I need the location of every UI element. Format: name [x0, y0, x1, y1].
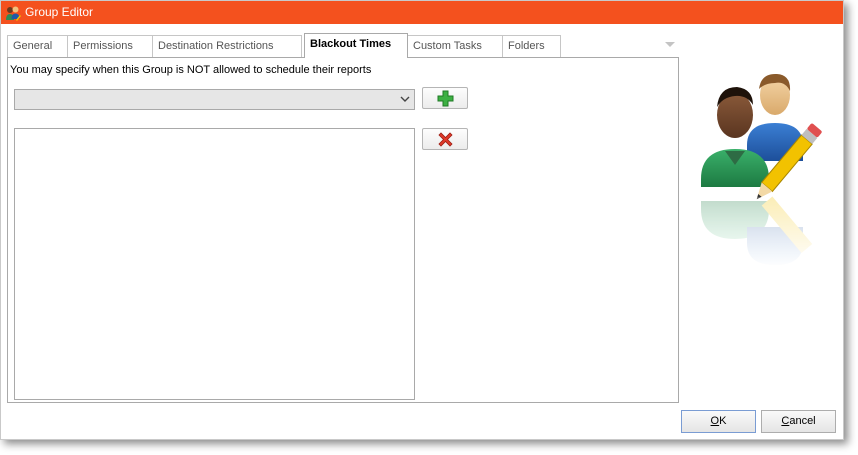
chevron-down-icon [400, 96, 410, 102]
tab-general[interactable]: General [7, 35, 68, 57]
tab-overflow-arrow-icon[interactable] [665, 42, 675, 47]
cancel-button[interactable]: Cancel [761, 410, 836, 433]
title-bar: Group Editor [1, 1, 843, 24]
group-editor-icon [6, 6, 21, 21]
ok-button[interactable]: OK [681, 410, 756, 433]
remove-blackout-button[interactable] [422, 128, 468, 150]
tab-blackout-times[interactable]: Blackout Times [304, 33, 408, 58]
tab-permissions[interactable]: Permissions [67, 35, 153, 57]
tab-folders[interactable]: Folders [502, 35, 561, 57]
group-editor-window: Group Editor General Permissions Destina… [0, 0, 844, 440]
tab-destination-restrictions[interactable]: Destination Restrictions [152, 35, 302, 57]
add-blackout-button[interactable] [422, 87, 468, 109]
delete-x-icon [438, 132, 453, 147]
window-title: Group Editor [25, 5, 94, 19]
blackout-info-text: You may specify when this Group is NOT a… [10, 64, 372, 76]
blackout-list[interactable] [14, 128, 415, 400]
plus-icon [437, 90, 454, 107]
users-edit-illustration [695, 73, 835, 269]
tab-custom-tasks[interactable]: Custom Tasks [407, 35, 503, 57]
blackout-schedule-select[interactable] [14, 89, 415, 110]
